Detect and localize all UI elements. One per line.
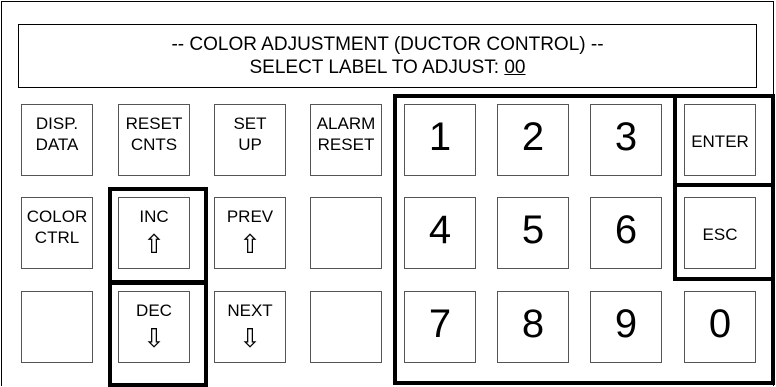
- alarm-reset-line2: RESET: [317, 135, 375, 154]
- esc-button[interactable]: ESC: [684, 197, 756, 269]
- inc-label: INC: [139, 207, 169, 226]
- up-arrow-icon: ⇧: [143, 229, 165, 259]
- header-prompt: SELECT LABEL TO ADJUST: 00: [19, 56, 756, 79]
- prev-button[interactable]: PREV ⇧: [214, 197, 286, 269]
- blank-button-r3b[interactable]: [310, 291, 382, 363]
- disp-data-line2: DATA: [35, 135, 79, 154]
- key-6[interactable]: 6: [590, 197, 662, 269]
- key-8[interactable]: 8: [497, 291, 569, 363]
- prev-label: PREV: [226, 207, 274, 226]
- color-ctrl-line1: COLOR: [26, 207, 88, 226]
- alarm-reset-line1: ALARM: [316, 114, 376, 133]
- key-2[interactable]: 2: [497, 104, 569, 176]
- key-4[interactable]: 4: [404, 197, 476, 269]
- setup-line1: SET: [233, 114, 267, 133]
- key-5[interactable]: 5: [497, 197, 569, 269]
- header-display: -- COLOR ADJUSTMENT (DUCTOR CONTROL) -- …: [18, 24, 757, 88]
- enter-button[interactable]: ENTER: [684, 104, 756, 176]
- key-7[interactable]: 7: [404, 291, 476, 363]
- next-button[interactable]: NEXT ⇩: [214, 291, 286, 363]
- disp-data-button[interactable]: DISP. DATA: [21, 104, 93, 176]
- key-9[interactable]: 9: [590, 291, 662, 363]
- key-3[interactable]: 3: [590, 104, 662, 176]
- blank-button-r3[interactable]: [21, 291, 93, 363]
- color-ctrl-line2: CTRL: [34, 228, 80, 247]
- dec-label: DEC: [136, 301, 172, 320]
- setup-button[interactable]: SET UP: [214, 104, 286, 176]
- key-1[interactable]: 1: [404, 104, 476, 176]
- reset-cnts-line2: CNTS: [130, 135, 178, 154]
- key-0[interactable]: 0: [684, 291, 756, 363]
- inc-button[interactable]: INC ⇧: [118, 197, 190, 269]
- setup-line2: UP: [238, 135, 262, 154]
- alarm-reset-button[interactable]: ALARM RESET: [310, 104, 382, 176]
- disp-data-line1: DISP.: [35, 114, 79, 133]
- reset-cnts-line1: RESET: [125, 114, 183, 133]
- down-arrow-icon: ⇩: [239, 323, 261, 353]
- color-ctrl-button[interactable]: COLOR CTRL: [21, 197, 93, 269]
- down-arrow-icon: ⇩: [143, 323, 165, 353]
- dec-button[interactable]: DEC ⇩: [118, 291, 190, 363]
- next-label: NEXT: [227, 301, 273, 320]
- header-title: -- COLOR ADJUSTMENT (DUCTOR CONTROL) --: [171, 34, 604, 55]
- blank-button-r2[interactable]: [310, 197, 382, 269]
- up-arrow-icon: ⇧: [239, 229, 261, 259]
- label-value: 00: [504, 57, 526, 78]
- header-prompt-label: SELECT LABEL TO ADJUST:: [249, 57, 505, 78]
- reset-counts-button[interactable]: RESET CNTS: [118, 104, 190, 176]
